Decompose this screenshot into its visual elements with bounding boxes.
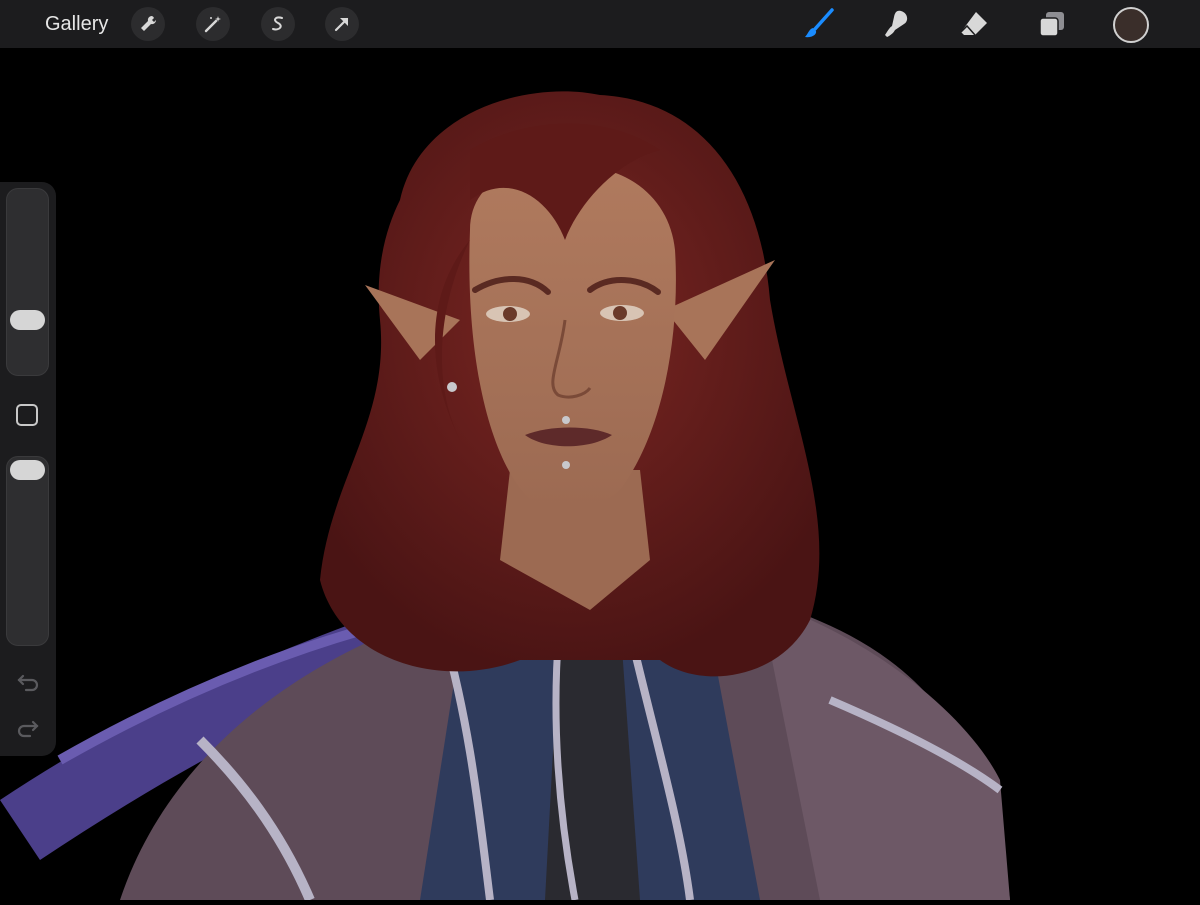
actions-button[interactable] bbox=[131, 7, 165, 41]
brush-icon bbox=[805, 8, 834, 38]
undo-icon bbox=[17, 674, 39, 692]
redo-button[interactable] bbox=[14, 716, 42, 740]
selection-button[interactable] bbox=[261, 7, 295, 41]
layers-button[interactable] bbox=[1033, 5, 1071, 43]
transform-arrow-icon bbox=[334, 17, 349, 32]
left-sidebar bbox=[0, 182, 56, 756]
selection-icon bbox=[272, 16, 283, 31]
transform-button[interactable] bbox=[325, 7, 359, 41]
eraser-icon bbox=[960, 12, 987, 36]
magic-wand-icon bbox=[204, 16, 221, 33]
undo-button[interactable] bbox=[14, 670, 42, 694]
smudge-tool-button[interactable] bbox=[878, 5, 916, 43]
opacity-slider[interactable] bbox=[6, 456, 49, 646]
brush-size-thumb[interactable] bbox=[10, 310, 45, 331]
drawing-canvas[interactable] bbox=[0, 48, 1200, 902]
brush-tool-button[interactable] bbox=[800, 5, 838, 43]
opacity-thumb[interactable] bbox=[10, 460, 45, 480]
color-picker-button[interactable] bbox=[1113, 7, 1149, 43]
top-toolbar: Gallery bbox=[0, 0, 1200, 48]
wrench-icon bbox=[141, 15, 157, 31]
modify-button[interactable] bbox=[16, 404, 38, 426]
eraser-tool-button[interactable] bbox=[955, 5, 993, 43]
adjustments-button[interactable] bbox=[196, 7, 230, 41]
smudge-icon bbox=[885, 10, 908, 37]
portrait-artwork bbox=[0, 91, 1010, 902]
gallery-button[interactable]: Gallery bbox=[45, 12, 108, 36]
brush-size-slider[interactable] bbox=[6, 188, 49, 376]
layers-icon bbox=[1039, 12, 1064, 37]
redo-icon bbox=[17, 720, 39, 738]
